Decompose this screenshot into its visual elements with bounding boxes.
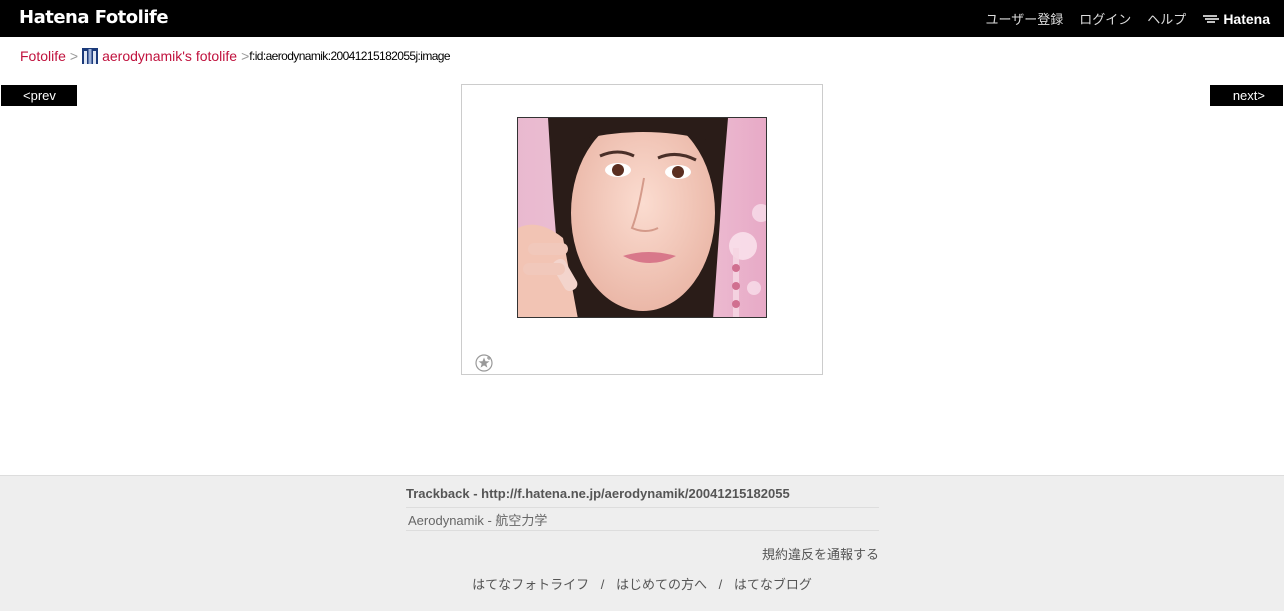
- hatena-brand-text: Hatena: [1223, 10, 1270, 27]
- photo-image[interactable]: [517, 117, 767, 318]
- trackback-item-link[interactable]: Aerodynamik - 航空力学: [408, 510, 879, 535]
- hatena-brand-link[interactable]: Hatena: [1202, 11, 1270, 27]
- register-link[interactable]: ユーザー登録: [986, 9, 1064, 28]
- user-avatar-icon[interactable]: [82, 48, 99, 64]
- login-link[interactable]: ログイン: [1079, 9, 1131, 28]
- trackback-title: Trackback - http://f.hatena.ne.jp/aerody…: [406, 486, 879, 508]
- footer-link-separator: /: [600, 577, 605, 592]
- header-nav: ユーザー登録 ログイン ヘルプ Hatena: [970, 0, 1270, 37]
- footer-link-blog[interactable]: はてなブログ: [734, 577, 812, 592]
- next-button[interactable]: next>: [1210, 85, 1283, 106]
- photo-container: [461, 84, 823, 375]
- hatena-bird-icon: [1203, 14, 1220, 23]
- footer-link-beginners[interactable]: はじめての方へ: [616, 577, 707, 592]
- breadcrumb-separator: >: [69, 48, 79, 64]
- header-bar: Hatena Fotolife ユーザー登録 ログイン ヘルプ Hatena: [0, 0, 1284, 37]
- breadcrumb-separator: >: [241, 48, 250, 64]
- footer-link-separator: /: [718, 577, 723, 592]
- divider: [406, 530, 879, 531]
- prev-button[interactable]: <prev: [1, 85, 77, 106]
- footer: Trackback - http://f.hatena.ne.jp/aerody…: [0, 475, 1284, 611]
- breadcrumb: Fotolife > aerodynamik's fotolife > f:id…: [20, 48, 451, 64]
- add-star-icon[interactable]: [475, 354, 493, 372]
- fotolife-logo[interactable]: Hatena Fotolife: [19, 7, 169, 28]
- breadcrumb-user-fotolife[interactable]: aerodynamik's fotolife: [102, 48, 237, 64]
- help-link[interactable]: ヘルプ: [1147, 9, 1186, 28]
- breadcrumb-current-image: f:id:aerodynamik:20041215182055j:image: [249, 49, 450, 63]
- breadcrumb-fotolife[interactable]: Fotolife: [20, 48, 66, 64]
- footer-link-fotolife[interactable]: はてなフォトライフ: [472, 577, 589, 592]
- footer-links: はてなフォトライフ / はじめての方へ / はてなブログ: [0, 574, 1284, 593]
- report-violation-link[interactable]: 規約違反を通報する: [762, 544, 879, 563]
